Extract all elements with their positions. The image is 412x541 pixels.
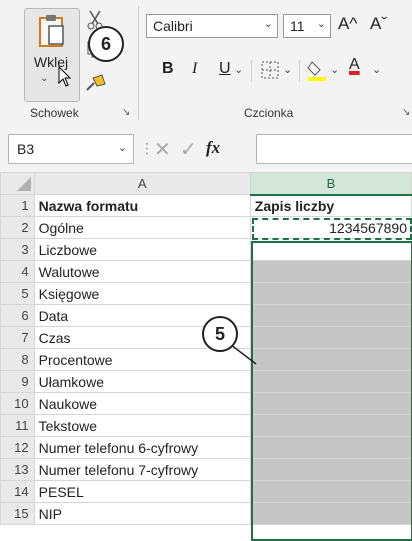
clipboard-icon [39, 15, 64, 47]
chevron-down-icon: ⌄ [263, 18, 273, 30]
chevron-down-icon: ⌄ [117, 142, 127, 154]
row-header[interactable]: 12 [0, 436, 35, 459]
cell-a[interactable]: Ogólne [33, 216, 251, 239]
cell-b[interactable] [249, 326, 412, 349]
cell-b[interactable] [249, 414, 412, 437]
cell-b[interactable] [249, 348, 412, 371]
font-size-value: 11 [290, 18, 305, 34]
row-header[interactable]: 10 [0, 392, 35, 415]
font-name-value: Calibri [153, 18, 193, 34]
worksheet-table: A B 1 Nazwa formatu Zapis liczby 2 Ogólne 123… [0, 172, 412, 525]
cell-a[interactable]: NIP [33, 502, 251, 525]
underline-button[interactable]: U [219, 60, 231, 78]
chevron-down-icon[interactable]: ⌄ [234, 63, 243, 76]
chevron-down-icon[interactable]: ⌄ [40, 73, 48, 84]
name-box-value: B3 [17, 141, 35, 157]
step-6-callout: 6 [88, 26, 124, 62]
font-name-select[interactable]: Calibri ⌄ [146, 14, 278, 38]
table-row: 2 Ogólne 1234567890 [0, 216, 412, 239]
fill-color-icon[interactable] [306, 58, 328, 82]
row-header[interactable]: 1 [0, 194, 35, 217]
cell-b[interactable] [249, 370, 412, 393]
cell-b[interactable] [249, 458, 412, 481]
row-header[interactable]: 7 [0, 326, 35, 349]
insert-function-icon[interactable]: fx [206, 138, 220, 158]
more-icon: ⋮ [140, 140, 154, 156]
italic-button[interactable]: I [192, 60, 197, 78]
row-header[interactable]: 2 [0, 216, 35, 239]
font-size-select[interactable]: 11 ⌄ [283, 14, 331, 38]
row-header[interactable]: 13 [0, 458, 35, 481]
borders-icon[interactable] [260, 60, 280, 80]
cell-a[interactable]: PESEL [33, 480, 251, 503]
table-row: 8 Procentowe [0, 348, 412, 371]
separator [251, 60, 252, 82]
row-header[interactable]: 14 [0, 480, 35, 503]
row-header[interactable]: 4 [0, 260, 35, 283]
group-separator [138, 6, 139, 120]
cell-a[interactable]: Walutowe [33, 260, 251, 283]
chevron-down-icon[interactable]: ⌄ [372, 63, 381, 76]
chevron-down-icon: ⌄ [316, 18, 326, 30]
cell-b[interactable] [249, 392, 412, 415]
chevron-down-icon[interactable]: ⌄ [330, 63, 339, 76]
table-row: 3 Liczbowe [0, 238, 412, 261]
formula-input[interactable] [256, 134, 412, 164]
table-row: 4 Walutowe [0, 260, 412, 283]
cell-a[interactable]: Ułamkowe [33, 370, 251, 393]
row-header[interactable]: 3 [0, 238, 35, 261]
separator [299, 60, 300, 82]
shrink-font-button[interactable]: Aˇ [370, 14, 387, 34]
mouse-cursor-icon [58, 66, 72, 87]
cell-b[interactable] [249, 260, 412, 283]
format-painter-icon[interactable] [84, 72, 108, 94]
font-color-button[interactable]: A [349, 56, 360, 74]
clipboard-launcher-icon[interactable]: ↘ [122, 107, 130, 118]
cell-b[interactable]: Zapis liczby [249, 194, 412, 217]
table-row: 13 Numer telefonu 7-cyfrowy [0, 458, 412, 481]
worksheet-grid: A B 1 Nazwa formatu Zapis liczby 2 Ogólne 123… [0, 172, 412, 541]
cell-a[interactable]: Naukowe [33, 392, 251, 415]
enter-icon[interactable]: ✓ [180, 137, 197, 162]
cell-b[interactable] [249, 436, 412, 459]
row-header[interactable]: 5 [0, 282, 35, 305]
table-row: 9 Ułamkowe [0, 370, 412, 393]
cell-b[interactable] [249, 238, 412, 261]
table-row: 14 PESEL [0, 480, 412, 503]
table-row: 1 Nazwa formatu Zapis liczby [0, 194, 412, 217]
table-row: 11 Tekstowe [0, 414, 412, 437]
cell-a[interactable]: Nazwa formatu [33, 194, 251, 217]
clipboard-group-label: Schowek [30, 106, 79, 120]
cell-a[interactable]: Numer telefonu 6-cyfrowy [33, 436, 251, 459]
row-header[interactable]: 9 [0, 370, 35, 393]
bold-button[interactable]: B [162, 60, 174, 78]
cancel-icon[interactable]: ✕ [154, 137, 171, 162]
table-row: 10 Naukowe [0, 392, 412, 415]
cell-b[interactable] [249, 502, 412, 525]
select-all-corner[interactable] [0, 172, 35, 195]
font-launcher-icon[interactable]: ↘ [402, 107, 410, 118]
cell-a[interactable]: Księgowe [33, 282, 251, 305]
column-header-b[interactable]: B [249, 172, 412, 196]
row-header[interactable]: 11 [0, 414, 35, 437]
cell-b[interactable] [249, 480, 412, 503]
row-header[interactable]: 6 [0, 304, 35, 327]
cell-b[interactable] [249, 282, 412, 305]
cell-b[interactable]: 1234567890 [249, 216, 412, 239]
font-group-label: Czcionka [244, 106, 294, 120]
step-5-callout: 5 [202, 316, 238, 352]
row-header[interactable]: 15 [0, 502, 35, 525]
cell-a[interactable]: Tekstowe [33, 414, 251, 437]
table-row: 12 Numer telefonu 6-cyfrowy [0, 436, 412, 459]
cell-a[interactable]: Numer telefonu 7-cyfrowy [33, 458, 251, 481]
row-header[interactable]: 8 [0, 348, 35, 371]
table-row: 15 NIP [0, 502, 412, 525]
name-box[interactable]: B3 ⌄ [8, 134, 134, 164]
grow-font-button[interactable]: A^ [338, 14, 357, 34]
chevron-down-icon[interactable]: ⌄ [283, 63, 292, 76]
cell-a[interactable]: Liczbowe [33, 238, 251, 261]
table-row: 5 Księgowe [0, 282, 412, 305]
cell-b[interactable] [249, 304, 412, 327]
column-header-a[interactable]: A [33, 172, 251, 195]
